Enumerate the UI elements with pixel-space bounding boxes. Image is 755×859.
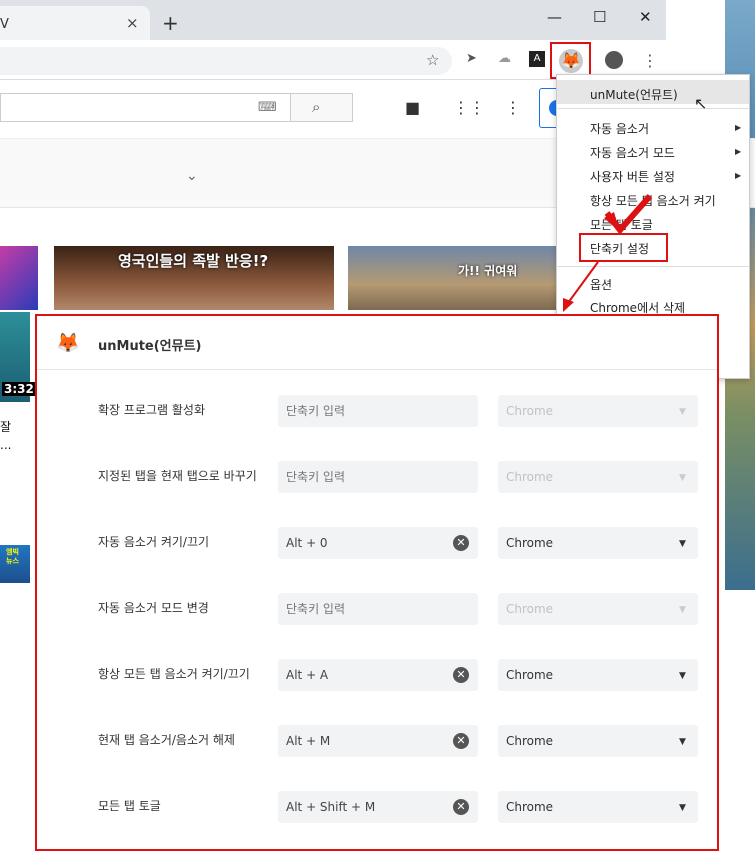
cloud-extension-icon[interactable]: ☁ xyxy=(498,51,511,66)
account-icon[interactable] xyxy=(605,51,623,69)
chevron-down-icon: ▼ xyxy=(679,737,686,747)
shortcut-label: 현재 탭 음소거/음소거 해제 xyxy=(98,733,235,747)
channel-badge: 엠빅 뉴스 xyxy=(6,548,19,565)
chevron-down-icon: ▼ xyxy=(679,803,686,813)
tab-close-icon[interactable]: × xyxy=(126,14,139,32)
video-duration: 3:32 xyxy=(2,382,36,396)
shortcut-value: Alt + Shift + M xyxy=(286,800,376,814)
submenu-arrow-icon: ▶ xyxy=(735,171,742,180)
submenu-arrow-icon: ▶ xyxy=(735,123,742,132)
submenu-arrow-icon: ▶ xyxy=(735,147,742,156)
menu-item-toggle-all[interactable]: 모든 탭 토글 xyxy=(590,216,653,233)
unmute-fox-icon: 🦊 xyxy=(56,332,80,354)
menu-item-custom-button[interactable]: 사용자 버튼 설정 xyxy=(590,168,675,185)
clear-shortcut-icon[interactable]: ✕ xyxy=(453,667,469,683)
scope-select-value: Chrome xyxy=(506,668,554,682)
shortcut-label: 지정된 탭을 현재 탭으로 바꾸기 xyxy=(98,469,257,483)
menu-item-auto-mute-mode[interactable]: 자동 음소거 모드 xyxy=(590,144,675,161)
clear-shortcut-icon[interactable]: ✕ xyxy=(453,535,469,551)
video-thumbnail[interactable] xyxy=(348,246,556,310)
thumbnail-caption: 가!! 귀여워 xyxy=(458,264,518,278)
scope-select-value: Chrome xyxy=(506,404,554,418)
menu-divider xyxy=(556,108,750,109)
address-bar[interactable] xyxy=(0,47,452,75)
chevron-down-icon: ▼ xyxy=(679,473,686,483)
panel-title: unMute(언뮤트) xyxy=(98,339,202,354)
menu-item-always-mute-all[interactable]: 항상 모든 탭 음소거 켜기 xyxy=(590,192,716,209)
keyboard-icon[interactable]: ⌨ xyxy=(258,100,277,115)
shortcut-label: 확장 프로그램 활성화 xyxy=(98,403,205,417)
chevron-down-icon: ▼ xyxy=(679,407,686,417)
scope-select-value: Chrome xyxy=(506,536,554,550)
close-window-button[interactable]: ✕ xyxy=(639,8,652,26)
create-video-icon[interactable]: ■ xyxy=(405,98,420,117)
shortcut-placeholder: 단축키 입력 xyxy=(286,470,346,484)
yt-more-icon[interactable]: ⋮ xyxy=(505,98,521,117)
scope-select-value: Chrome xyxy=(506,734,554,748)
shortcut-placeholder: 단축키 입력 xyxy=(286,602,346,616)
youtube-search-input[interactable] xyxy=(0,93,290,122)
mouse-cursor-icon: ↖ xyxy=(694,94,708,113)
youtube-search-button[interactable] xyxy=(290,93,353,122)
maximize-button[interactable]: ☐ xyxy=(593,8,606,26)
video-thumbnail[interactable] xyxy=(0,246,38,310)
shortcut-label: 모든 탭 토글 xyxy=(98,799,161,813)
shortcut-value: Alt + M xyxy=(286,734,331,748)
cursor-extension-icon[interactable]: ➤ xyxy=(466,51,477,66)
menu-header-extension-name[interactable]: unMute(언뮤트) xyxy=(590,86,678,103)
menu-divider xyxy=(556,266,750,267)
shortcut-value: Alt + A xyxy=(286,668,329,682)
chevron-down-icon: ▼ xyxy=(679,605,686,615)
video-title[interactable]: ... xyxy=(0,438,11,452)
chevron-down-icon[interactable]: ⌄ xyxy=(186,168,198,184)
shortcut-settings-highlight xyxy=(579,233,668,262)
menu-item-auto-mute[interactable]: 자동 음소거 xyxy=(590,120,649,137)
shortcut-placeholder: 단축키 입력 xyxy=(286,404,346,418)
minimize-button[interactable]: — xyxy=(547,8,562,26)
video-title[interactable]: 잘 xyxy=(0,418,11,435)
clear-shortcut-icon[interactable]: ✕ xyxy=(453,733,469,749)
scope-select-value: Chrome xyxy=(506,470,554,484)
shortcut-label: 자동 음소거 모드 변경 xyxy=(98,601,209,615)
shortcut-value: Alt + 0 xyxy=(286,536,328,550)
search-icon: ⌕ xyxy=(312,98,321,116)
clear-shortcut-icon[interactable]: ✕ xyxy=(453,799,469,815)
new-tab-button[interactable]: + xyxy=(162,11,179,35)
tab-title: V xyxy=(0,17,9,32)
chevron-down-icon: ▼ xyxy=(679,539,686,549)
apps-grid-icon[interactable]: ⋮⋮ xyxy=(453,98,485,117)
scope-select-value: Chrome xyxy=(506,602,554,616)
menu-item-options[interactable]: 옵션 xyxy=(590,276,612,293)
more-vert-icon[interactable]: ⋮ xyxy=(642,51,658,70)
unmute-fox-icon[interactable]: 🦊 xyxy=(559,49,583,73)
chevron-down-icon: ▼ xyxy=(679,671,686,681)
thumbnail-caption: 영국인들의 족발 반응!? xyxy=(118,252,269,270)
a-extension-icon[interactable]: A xyxy=(529,51,545,67)
shortcut-label: 항상 모든 탭 음소거 켜기/끄기 xyxy=(98,667,250,681)
star-icon[interactable]: ☆ xyxy=(426,51,439,69)
shortcut-label: 자동 음소거 켜기/끄기 xyxy=(98,535,210,549)
scope-select-value: Chrome xyxy=(506,800,554,814)
